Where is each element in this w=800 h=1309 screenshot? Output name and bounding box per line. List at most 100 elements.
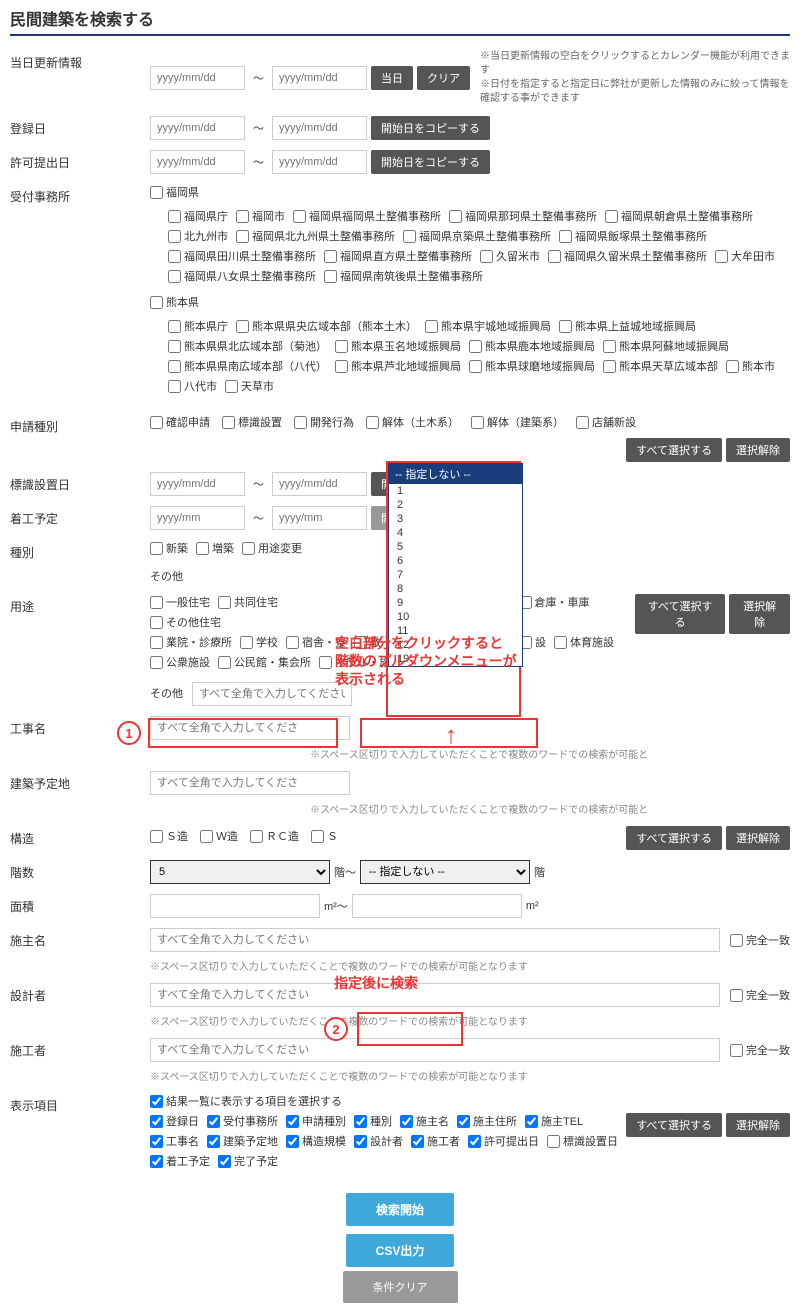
cb-福岡県飯塚県土整備事務所[interactable]: 福岡県飯塚県土整備事務所 <box>559 228 707 244</box>
cb-施主TEL[interactable]: 施主TEL <box>525 1113 583 1129</box>
use-other-input[interactable] <box>192 682 352 706</box>
cb-熊本県県北広域本部（菊池）[interactable]: 熊本県県北広域本部（菊池） <box>168 338 327 354</box>
cb-福岡県久留米県土整備事務所[interactable]: 福岡県久留米県土整備事務所 <box>548 248 707 264</box>
cb-福岡県福岡県土整備事務所[interactable]: 福岡県福岡県土整備事務所 <box>293 208 441 224</box>
cb-開発行為[interactable]: 開発行為 <box>294 414 354 430</box>
cb-福岡県京築県土整備事務所[interactable]: 福岡県京築県土整備事務所 <box>403 228 551 244</box>
cb-熊本県県南広域本部（八代）[interactable]: 熊本県県南広域本部（八代） <box>168 358 327 374</box>
btn-csv[interactable]: CSV出力 <box>346 1234 455 1267</box>
cb-熊本県宇城地域振興局[interactable]: 熊本県宇城地域振興局 <box>425 318 551 334</box>
area-from[interactable] <box>150 894 320 918</box>
cb-種別[interactable]: 種別 <box>354 1113 392 1129</box>
cb-着工予定[interactable]: 着工予定 <box>150 1153 210 1169</box>
permit-copy[interactable]: 開始日をコピーする <box>371 150 490 174</box>
struct-clear[interactable]: 選択解除 <box>726 826 790 850</box>
dd-item-9[interactable]: 9 <box>389 596 522 610</box>
cb-大牟田市[interactable]: 大牟田市 <box>715 248 775 264</box>
cb-熊本県玉名地域振興局[interactable]: 熊本県玉名地域振興局 <box>335 338 461 354</box>
cb-Ｓ[interactable]: Ｓ <box>311 828 338 844</box>
cb-店舗新設[interactable]: 店舗新設 <box>576 414 636 430</box>
display-head[interactable]: 結果一覧に表示する項目を選択する <box>150 1093 342 1109</box>
permit-from[interactable] <box>150 150 245 174</box>
cb-福岡県庁[interactable]: 福岡県庁 <box>168 208 228 224</box>
dd-item-5[interactable]: 5 <box>389 540 522 554</box>
dd-item-8[interactable]: 8 <box>389 582 522 596</box>
apptype-all[interactable]: すべて選択する <box>626 438 722 462</box>
cb-業院・診療所[interactable]: 業院・診療所 <box>150 634 232 650</box>
grp-kumamoto[interactable]: 熊本県 <box>150 294 199 310</box>
cb-福岡市[interactable]: 福岡市 <box>236 208 285 224</box>
cb-福岡県八女県土整備事務所[interactable]: 福岡県八女県土整備事務所 <box>168 268 316 284</box>
cb-共同住宅[interactable]: 共同住宅 <box>218 594 278 610</box>
display-all[interactable]: すべて選択する <box>626 1113 722 1137</box>
builder-exact[interactable]: 完全一致 <box>730 1042 790 1058</box>
designer-input[interactable] <box>150 983 720 1007</box>
cb-倉庫・車庫[interactable]: 倉庫・車庫 <box>519 594 590 610</box>
cb-八代市[interactable]: 八代市 <box>168 378 217 394</box>
cb-受付事務所[interactable]: 受付事務所 <box>207 1113 278 1129</box>
area-to[interactable] <box>352 894 522 918</box>
use-clear[interactable]: 選択解除 <box>729 594 790 634</box>
owner-input[interactable] <box>150 928 720 952</box>
struct-all[interactable]: すべて選択する <box>626 826 722 850</box>
today-to[interactable] <box>272 66 367 90</box>
cb-施主住所[interactable]: 施主住所 <box>457 1113 517 1129</box>
cb-施工者[interactable]: 施工者 <box>411 1133 460 1149</box>
cb-Ｗ造[interactable]: Ｗ造 <box>200 828 238 844</box>
floor-from[interactable]: 5 <box>150 860 330 884</box>
cb-構造規模[interactable]: 構造規模 <box>286 1133 346 1149</box>
dd-item-3[interactable]: 3 <box>389 512 522 526</box>
dd-item-4[interactable]: 4 <box>389 526 522 540</box>
btn-search[interactable]: 検索開始 <box>346 1193 454 1226</box>
cb-体育施設[interactable]: 体育施設 <box>554 634 614 650</box>
builder-input[interactable] <box>150 1038 720 1062</box>
cb-天草市[interactable]: 天草市 <box>225 378 274 394</box>
cb-工事名[interactable]: 工事名 <box>150 1133 199 1149</box>
cb-新築[interactable]: 新築 <box>150 540 188 556</box>
cb-熊本県県央広域本部（熊本土木）[interactable]: 熊本県県央広域本部（熊本土木） <box>236 318 417 334</box>
cb-増築[interactable]: 増築 <box>196 540 234 556</box>
sign-to[interactable] <box>272 472 367 496</box>
cb-設[interactable]: 設 <box>519 634 546 650</box>
site-input[interactable] <box>150 771 350 795</box>
cb-熊本県庁[interactable]: 熊本県庁 <box>168 318 228 334</box>
dd-item-10[interactable]: 10 <box>389 610 522 624</box>
cb-熊本県阿蘇地域振興局[interactable]: 熊本県阿蘇地域振興局 <box>603 338 729 354</box>
display-clear[interactable]: 選択解除 <box>726 1113 790 1137</box>
cb-完了予定[interactable]: 完了予定 <box>218 1153 278 1169</box>
cb-その他住宅[interactable]: その他住宅 <box>150 614 221 630</box>
cb-熊本県天草広域本部[interactable]: 熊本県天草広域本部 <box>603 358 718 374</box>
cb-福岡県朝倉県土整備事務所[interactable]: 福岡県朝倉県土整備事務所 <box>605 208 753 224</box>
cb-熊本市[interactable]: 熊本市 <box>726 358 775 374</box>
cb-一般住宅[interactable]: 一般住宅 <box>150 594 210 610</box>
start-to[interactable] <box>272 506 367 530</box>
dd-item-2[interactable]: 2 <box>389 498 522 512</box>
cb-熊本県上益城地域振興局[interactable]: 熊本県上益城地域振興局 <box>559 318 696 334</box>
cb-標識設置[interactable]: 標識設置 <box>222 414 282 430</box>
dd-item-1[interactable]: 1 <box>389 484 522 498</box>
sign-from[interactable] <box>150 472 245 496</box>
cb-解体（建築系）[interactable]: 解体（建築系） <box>471 414 564 430</box>
reg-from[interactable] <box>150 116 245 140</box>
cb-熊本県球磨地域振興局[interactable]: 熊本県球磨地域振興局 <box>469 358 595 374</box>
permit-to[interactable] <box>272 150 367 174</box>
cb-登録日[interactable]: 登録日 <box>150 1113 199 1129</box>
use-all[interactable]: すべて選択する <box>635 594 725 634</box>
cb-設計者[interactable]: 設計者 <box>354 1133 403 1149</box>
dd-item-7[interactable]: 7 <box>389 568 522 582</box>
btn-clear[interactable]: クリア <box>417 66 470 90</box>
cb-久留米市[interactable]: 久留米市 <box>480 248 540 264</box>
cb-北九州市[interactable]: 北九州市 <box>168 228 228 244</box>
cb-確認申請[interactable]: 確認申請 <box>150 414 210 430</box>
start-from[interactable] <box>150 506 245 530</box>
btn-reset[interactable]: 条件クリア <box>343 1271 458 1303</box>
reg-copy[interactable]: 開始日をコピーする <box>371 116 490 140</box>
btn-today[interactable]: 当日 <box>371 66 413 90</box>
cb-施主名[interactable]: 施主名 <box>400 1113 449 1129</box>
cb-福岡県直方県土整備事務所[interactable]: 福岡県直方県土整備事務所 <box>324 248 472 264</box>
today-from[interactable] <box>150 66 245 90</box>
cb-熊本県鹿本地域振興局[interactable]: 熊本県鹿本地域振興局 <box>469 338 595 354</box>
cb-熊本県芦北地域振興局[interactable]: 熊本県芦北地域振興局 <box>335 358 461 374</box>
cb-用途変更[interactable]: 用途変更 <box>242 540 302 556</box>
cb-公民館・集会所[interactable]: 公民館・集会所 <box>218 654 311 670</box>
